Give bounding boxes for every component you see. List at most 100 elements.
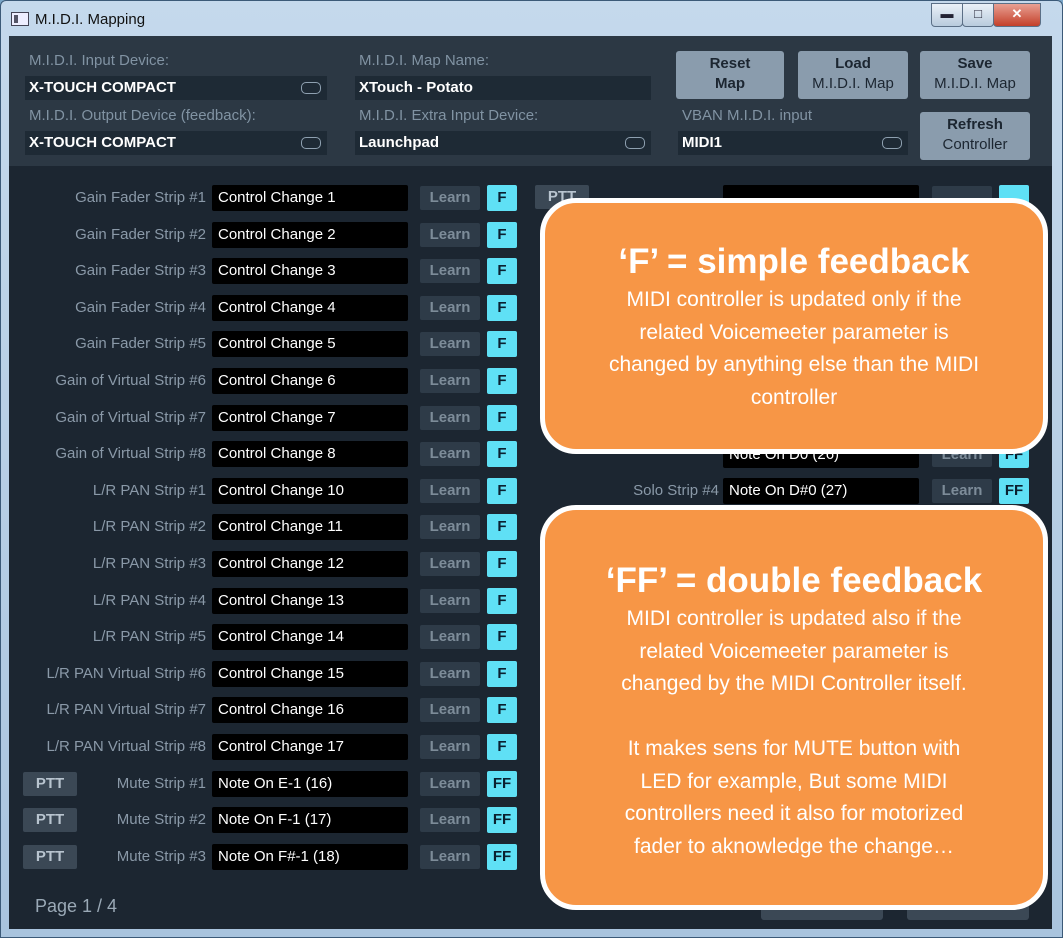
learn-button[interactable]: Learn	[420, 296, 480, 320]
learn-button[interactable]: Learn	[420, 808, 480, 832]
feedback-toggle[interactable]: F	[487, 514, 517, 540]
reset-line2: Map	[715, 75, 745, 92]
output-device-value: X-TOUCH COMPACT	[29, 134, 176, 151]
mapping-label: Gain Fader Strip #1	[75, 189, 206, 206]
feedback-toggle[interactable]: F	[487, 588, 517, 614]
feedback-toggle[interactable]: FF	[487, 807, 517, 833]
learn-button[interactable]: Learn	[420, 515, 480, 539]
mapping-label: Mute Strip #1	[116, 775, 206, 792]
mapping-value[interactable]: Control Change 13	[212, 588, 408, 614]
mapping-value[interactable]: Control Change 12	[212, 551, 408, 577]
learn-button[interactable]: Learn	[932, 479, 992, 503]
minimize-button[interactable]: ▬	[931, 3, 963, 27]
title-bar[interactable]: M.I.D.I. Mapping ▬ □ ✕	[1, 1, 1062, 37]
mapping-value[interactable]: Control Change 16	[212, 697, 408, 723]
learn-button[interactable]: Learn	[420, 845, 480, 869]
mapping-label: L/R PAN Strip #5	[92, 628, 206, 645]
learn-button[interactable]: Learn	[420, 662, 480, 686]
mapping-label: Gain Fader Strip #3	[75, 262, 206, 279]
device-header: M.I.D.I. Input Device: X-TOUCH COMPACT M…	[9, 36, 1052, 166]
mapping-value[interactable]: Control Change 11	[212, 514, 408, 540]
feedback-toggle[interactable]: F	[487, 661, 517, 687]
callout-body: MIDI controller is updated also if the r…	[621, 607, 967, 858]
mapping-label: L/R PAN Virtual Strip #8	[46, 738, 206, 755]
mapping-label: Gain Fader Strip #4	[75, 299, 206, 316]
callout-title: ‘FF’ = double feedback	[605, 561, 983, 600]
mapping-value[interactable]: Note On F#-1 (18)	[212, 844, 408, 870]
feedback-toggle[interactable]: F	[487, 258, 517, 284]
feedback-toggle[interactable]: F	[487, 624, 517, 650]
learn-button[interactable]: Learn	[420, 735, 480, 759]
output-device-select[interactable]: X-TOUCH COMPACT	[25, 131, 327, 155]
mapping-value[interactable]: Control Change 3	[212, 258, 408, 284]
feedback-toggle[interactable]: F	[487, 368, 517, 394]
double-feedback-callout: ‘FF’ = double feedback MIDI controller i…	[540, 505, 1048, 910]
learn-button[interactable]: Learn	[420, 772, 480, 796]
save-map-button[interactable]: Save M.I.D.I. Map	[920, 51, 1030, 99]
learn-button[interactable]: Learn	[420, 369, 480, 393]
map-name-value: XTouch - Potato	[359, 79, 473, 96]
callout-body: MIDI controller is updated only if the r…	[608, 288, 980, 409]
feedback-toggle[interactable]: FF	[487, 771, 517, 797]
mapping-value[interactable]: Control Change 10	[212, 478, 408, 504]
load-line1: Load	[835, 55, 871, 72]
mapping-value[interactable]: Control Change 15	[212, 661, 408, 687]
feedback-toggle[interactable]: FF	[999, 478, 1029, 504]
mapping-value[interactable]: Control Change 17	[212, 734, 408, 760]
dropdown-toggle-icon	[301, 82, 321, 94]
mapping-label: L/R PAN Strip #1	[92, 482, 206, 499]
learn-button[interactable]: Learn	[420, 223, 480, 247]
learn-button[interactable]: Learn	[420, 625, 480, 649]
refresh-controller-button[interactable]: Refresh Controller	[920, 112, 1030, 160]
learn-button[interactable]: Learn	[420, 552, 480, 576]
mapping-value[interactable]: Control Change 4	[212, 295, 408, 321]
learn-button[interactable]: Learn	[420, 332, 480, 356]
extra-input-value: Launchpad	[359, 134, 440, 151]
app-icon	[11, 12, 29, 26]
vban-value: MIDI1	[682, 134, 723, 151]
input-device-value: X-TOUCH COMPACT	[29, 79, 176, 96]
mapping-value[interactable]: Control Change 14	[212, 624, 408, 650]
mapping-value[interactable]: Control Change 2	[212, 222, 408, 248]
dropdown-toggle-icon	[882, 137, 902, 149]
feedback-toggle[interactable]: F	[487, 331, 517, 357]
vban-input-select[interactable]: MIDI1	[678, 131, 908, 155]
learn-button[interactable]: Learn	[420, 442, 480, 466]
load-map-button[interactable]: Load M.I.D.I. Map	[798, 51, 908, 99]
mapping-value[interactable]: Control Change 6	[212, 368, 408, 394]
mapping-value[interactable]: Note On F-1 (17)	[212, 807, 408, 833]
feedback-toggle[interactable]: F	[487, 551, 517, 577]
refresh-line1: Refresh	[947, 116, 1003, 133]
feedback-toggle[interactable]: F	[487, 295, 517, 321]
feedback-toggle[interactable]: F	[487, 478, 517, 504]
mapping-value[interactable]: Control Change 1	[212, 185, 408, 211]
learn-button[interactable]: Learn	[420, 259, 480, 283]
feedback-toggle[interactable]: F	[487, 697, 517, 723]
learn-button[interactable]: Learn	[420, 406, 480, 430]
window-title: M.I.D.I. Mapping	[35, 11, 146, 28]
mapping-label: Solo Strip #4	[633, 482, 719, 499]
learn-button[interactable]: Learn	[420, 186, 480, 210]
learn-button[interactable]: Learn	[420, 698, 480, 722]
mapping-value[interactable]: Control Change 5	[212, 331, 408, 357]
mapping-value[interactable]: Control Change 8	[212, 441, 408, 467]
feedback-toggle[interactable]: F	[487, 222, 517, 248]
learn-button[interactable]: Learn	[420, 589, 480, 613]
feedback-toggle[interactable]: F	[487, 734, 517, 760]
input-device-select[interactable]: X-TOUCH COMPACT	[25, 76, 327, 100]
mapping-value[interactable]: Note On E-1 (16)	[212, 771, 408, 797]
extra-input-select[interactable]: Launchpad	[355, 131, 651, 155]
input-device-label: M.I.D.I. Input Device:	[29, 52, 170, 69]
maximize-button[interactable]: □	[962, 3, 994, 27]
reset-map-button[interactable]: Reset Map	[676, 51, 784, 99]
feedback-toggle[interactable]: F	[487, 185, 517, 211]
simple-feedback-callout: ‘F’ = simple feedback MIDI controller is…	[540, 198, 1048, 454]
mapping-value[interactable]: Note On D#0 (27)	[723, 478, 919, 504]
learn-button[interactable]: Learn	[420, 479, 480, 503]
close-button[interactable]: ✕	[993, 3, 1041, 27]
map-name-input[interactable]: XTouch - Potato	[355, 76, 651, 100]
feedback-toggle[interactable]: FF	[487, 844, 517, 870]
feedback-toggle[interactable]: F	[487, 405, 517, 431]
feedback-toggle[interactable]: F	[487, 441, 517, 467]
mapping-value[interactable]: Control Change 7	[212, 405, 408, 431]
